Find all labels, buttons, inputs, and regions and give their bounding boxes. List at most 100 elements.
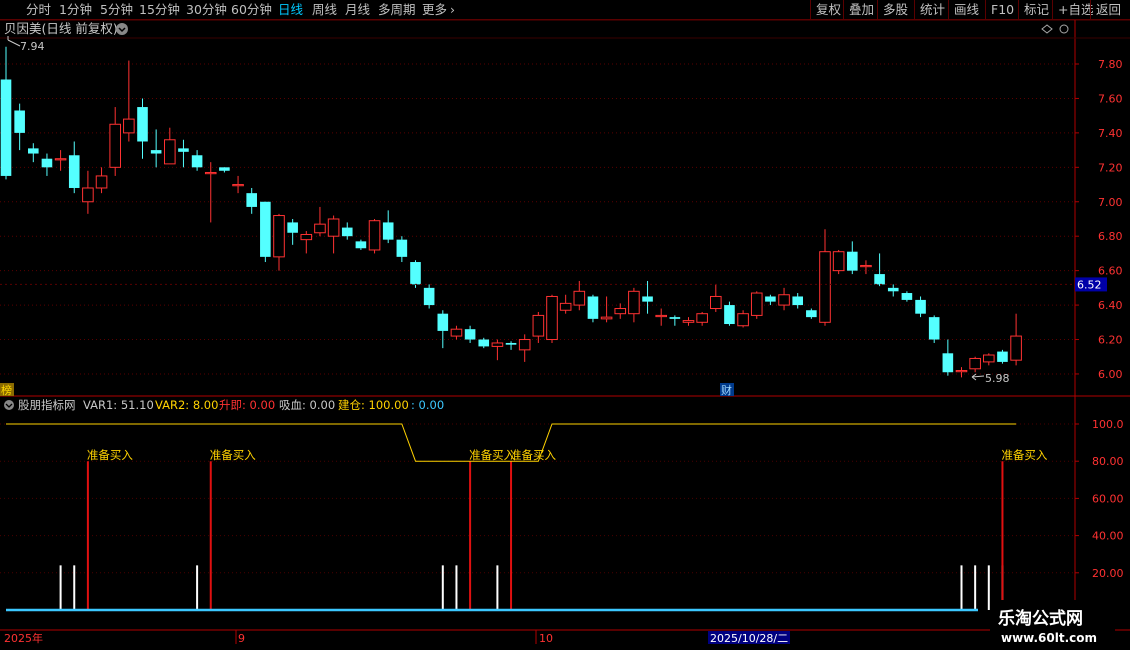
- bang-marker: 榜: [1, 383, 12, 397]
- candle-body-up: [54, 158, 67, 161]
- candle-body-down: [874, 274, 885, 285]
- price-tick-label: 6.40: [1098, 299, 1123, 312]
- cai-marker: 财: [721, 383, 732, 397]
- candle-body-down: [219, 167, 230, 171]
- candle-body-down: [915, 299, 926, 314]
- candle-body-up: [969, 357, 981, 370]
- low-arrow-icon: [971, 373, 985, 381]
- indicator-legend-3: 升即: 0.00: [219, 398, 275, 412]
- candle-body-up: [300, 233, 313, 241]
- candle-body-up: [82, 187, 94, 203]
- indicator-menu-icon: [4, 400, 14, 410]
- candle-body-down: [765, 296, 776, 302]
- candle-body-down: [137, 107, 148, 142]
- indicator-legend-5: 建仓: 100.00: [338, 398, 409, 412]
- candle-body-up: [600, 316, 613, 320]
- watermark-url: www.60lt.com: [1001, 631, 1097, 645]
- candle-body-down: [0, 79, 12, 176]
- candle-body-down: [437, 313, 449, 331]
- candle-body-down: [191, 155, 203, 168]
- candle-body-up: [327, 218, 340, 237]
- candle-body-up: [273, 215, 285, 258]
- candle-body-down: [478, 339, 490, 347]
- candle-body-up: [655, 314, 668, 318]
- candle-body-up: [750, 292, 763, 316]
- candle-body-up: [1010, 335, 1022, 361]
- buy-signal-label: 准备买入: [1001, 448, 1047, 462]
- candle-body-down: [396, 239, 408, 257]
- buy-signal-label: 准备买入: [87, 448, 133, 462]
- timeline-month-9: 9: [238, 632, 245, 645]
- candle-body-up: [450, 328, 463, 337]
- timeline-year: 2025年: [4, 631, 43, 645]
- candle-body-up: [573, 290, 586, 306]
- candle-body-up: [491, 342, 504, 347]
- candle-body-up: [832, 251, 845, 272]
- candle-body-up: [710, 295, 722, 310]
- candle-body-down: [382, 222, 394, 240]
- price-tick-label: 7.40: [1098, 127, 1123, 140]
- buy-signal-label: 准备买入: [210, 448, 256, 462]
- candle-body-down: [355, 241, 367, 249]
- candle-body-down: [942, 353, 954, 373]
- candle-body-down: [928, 317, 940, 340]
- candle-body-down: [901, 293, 913, 300]
- candle-body-up: [546, 295, 558, 341]
- candle-body-up: [204, 171, 217, 175]
- candle-body-down: [260, 201, 271, 257]
- current-price-text: 6.52: [1077, 278, 1102, 291]
- candle-body-down: [464, 329, 476, 340]
- candle-body-up: [819, 251, 831, 323]
- price-tick-label: 6.00: [1098, 368, 1123, 381]
- candle-body-up: [314, 223, 326, 234]
- candle-body-down: [14, 110, 25, 133]
- candle-body-up: [368, 220, 381, 251]
- candle-body-down: [246, 193, 257, 207]
- cursor-date: 2025/10/28/二: [710, 632, 788, 645]
- candle-body-down: [410, 262, 421, 285]
- timeline-month-10: 10: [539, 632, 553, 645]
- indicator-legend-6: : 0.00: [411, 398, 444, 412]
- candle-body-down: [341, 227, 353, 237]
- kline-chart[interactable]: 7.80 7.60 7.40 7.20 7.00 6.80 6.60 6.40 6.20 6.00…: [0, 0, 1130, 650]
- buy-signal-label: 准备买入: [469, 448, 515, 462]
- candle-body-up: [614, 308, 627, 315]
- candle-body-down: [505, 342, 517, 345]
- candle-body-down: [792, 296, 803, 306]
- indicator-tick-label: 100.0: [1092, 418, 1124, 431]
- title-dropdown-icon: [116, 23, 128, 35]
- price-tick-label: 7.00: [1098, 196, 1123, 209]
- candle-body-up: [628, 290, 640, 315]
- candle-body-down: [587, 296, 599, 319]
- price-tick-label: 6.60: [1098, 265, 1123, 278]
- indicator-tick-label: 80.00: [1092, 455, 1124, 468]
- candle-body-down: [287, 222, 298, 233]
- candle-body-down: [642, 296, 653, 302]
- candle-body-down: [41, 158, 53, 168]
- candle-body-down: [806, 310, 817, 318]
- candle-body-down: [887, 287, 899, 292]
- stock-title: 贝因美(日线 前复权): [4, 21, 118, 36]
- indicator-tick-label: 20.00: [1092, 567, 1124, 580]
- watermark-title: 乐淘公式网: [998, 608, 1083, 629]
- indicator-legend-0: 股朋指标网: [18, 398, 76, 412]
- high-price-label: 7.94: [20, 40, 45, 53]
- candle-body-up: [109, 123, 122, 168]
- candle-body-down: [28, 148, 39, 154]
- candle-body-up: [955, 370, 968, 373]
- candle-body-down: [669, 317, 681, 319]
- diamond-icon: [1041, 24, 1053, 34]
- candle-body-up: [518, 339, 531, 351]
- indicator-tick-label: 40.00: [1092, 530, 1124, 543]
- indicator-legend-1: VAR1: 51.10: [83, 398, 154, 412]
- low-price-label: 5.98: [985, 372, 1010, 385]
- candle-body-down: [847, 251, 858, 271]
- candle-body-up: [95, 175, 108, 189]
- indicator-legend-4: 吸血: 0.00: [279, 398, 335, 412]
- candle-body-up: [696, 313, 708, 323]
- indicator-tick-label: 60.00: [1092, 492, 1124, 505]
- candle-body-down: [178, 148, 189, 152]
- price-tick-label: 6.80: [1098, 230, 1123, 243]
- price-tick-label: 6.20: [1098, 334, 1123, 347]
- candle-body-down: [68, 155, 80, 188]
